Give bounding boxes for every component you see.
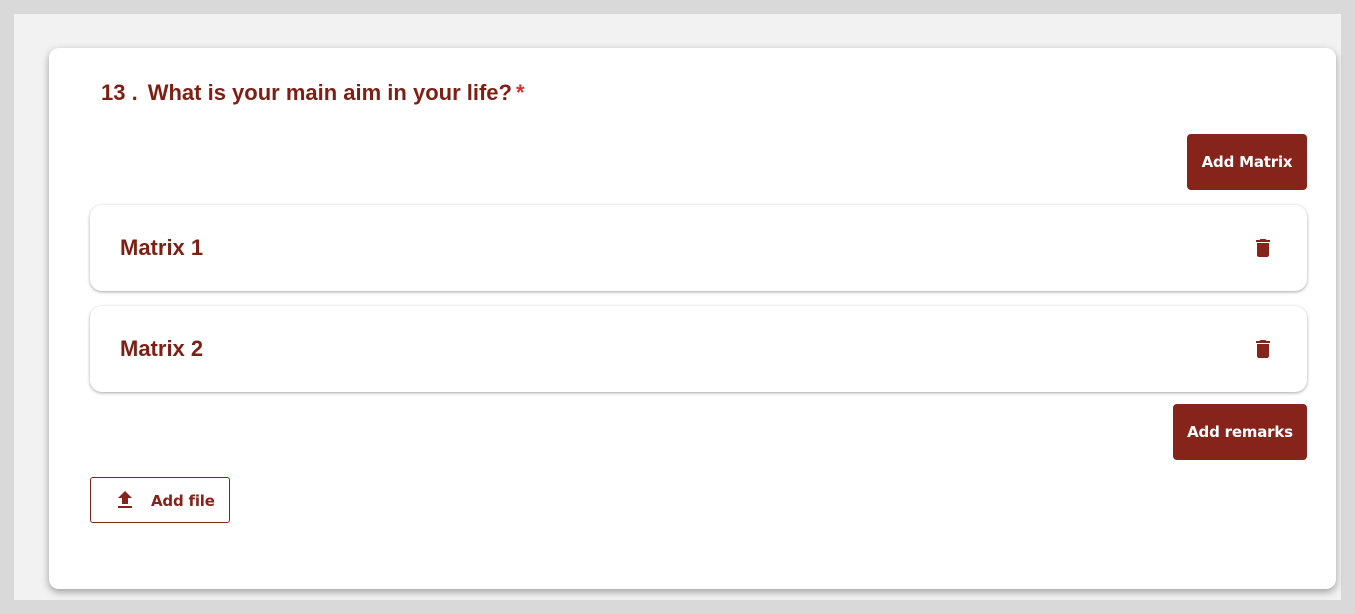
- matrix-card-1[interactable]: Matrix 1: [90, 205, 1307, 291]
- matrix-title: Matrix 2: [120, 336, 204, 361]
- trash-icon[interactable]: [1251, 236, 1275, 260]
- question-heading: 13 . What is your main aim in your life? *: [101, 80, 525, 106]
- matrix-card-2[interactable]: Matrix 2: [90, 306, 1307, 392]
- page-background: 13 . What is your main aim in your life? *…: [14, 14, 1341, 600]
- matrix-title: Matrix 1: [120, 235, 204, 260]
- trash-icon[interactable]: [1251, 337, 1275, 361]
- required-asterisk: *: [515, 80, 525, 105]
- add-remarks-button[interactable]: Add remarks: [1173, 404, 1307, 460]
- question-number: 13 .: [101, 80, 138, 105]
- add-file-label: Add file: [151, 492, 215, 510]
- question-text: What is your main aim in your life?: [147, 80, 512, 105]
- question-card: 13 . What is your main aim in your life? *…: [49, 48, 1336, 589]
- add-matrix-button[interactable]: Add Matrix: [1187, 134, 1307, 190]
- upload-icon: [118, 491, 132, 508]
- add-file-button[interactable]: Add file: [90, 477, 230, 523]
